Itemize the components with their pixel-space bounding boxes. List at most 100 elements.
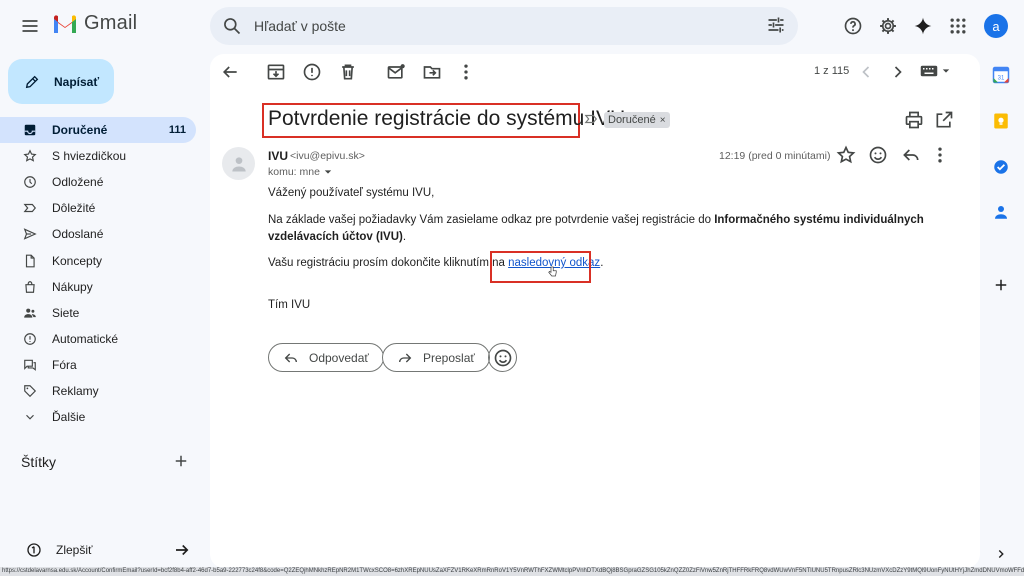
add-reaction-button[interactable] [862, 139, 894, 171]
more-vert-icon [464, 64, 468, 80]
body-paragraph-1: Na základe vašej požiadavky Vám zasielam… [268, 212, 958, 246]
star-icon [836, 145, 856, 164]
hand-cursor-icon [548, 266, 557, 277]
upgrade-badge-icon [27, 543, 41, 557]
sidebar-item-snoozed[interactable]: Odložené [0, 169, 196, 195]
help-button[interactable] [837, 10, 869, 42]
send-icon [23, 228, 37, 241]
arrow-right-icon[interactable] [173, 541, 191, 559]
message-more-button[interactable] [924, 139, 956, 171]
older-button[interactable] [882, 56, 914, 88]
person-icon [231, 156, 246, 171]
compose-label: Napísať [54, 74, 100, 89]
reply-icon [284, 353, 297, 362]
tasks-app-button[interactable] [990, 156, 1012, 178]
remove-label-icon[interactable]: × [660, 115, 666, 126]
add-label-button[interactable] [172, 452, 190, 470]
caret-down-icon [324, 170, 332, 174]
forward-button[interactable]: Preposlať [382, 343, 490, 372]
draft-icon [25, 254, 35, 267]
more-actions-button[interactable] [450, 56, 482, 88]
input-tools-button[interactable] [920, 64, 950, 78]
expand-side-panel-button[interactable] [990, 543, 1012, 565]
sidebar-item-drafts[interactable]: Koncepty [0, 247, 196, 273]
sender-name[interactable]: IVU [268, 149, 288, 163]
sidebar-item-sent[interactable]: Odoslané [0, 221, 196, 247]
mail-icon [387, 64, 405, 79]
search-options-icon[interactable] [766, 15, 786, 35]
settings-button[interactable] [872, 10, 904, 42]
important-icon [23, 204, 37, 213]
emoji-reaction-button[interactable] [488, 343, 517, 372]
label-chip: Doručené × [604, 112, 670, 128]
reply-label: Odpovedať [309, 350, 369, 365]
sidebar-item-updates[interactable]: Automatické [0, 326, 196, 352]
signature: Tím IVU [268, 299, 311, 311]
report-spam-button[interactable] [296, 56, 328, 88]
sender-email: <ivu@epivu.sk> [290, 150, 365, 162]
calendar-app-button[interactable]: 31 [990, 64, 1012, 86]
emoji-icon [869, 146, 887, 164]
archive-button[interactable] [260, 56, 292, 88]
gemini-button[interactable] [907, 10, 939, 42]
greeting: Vážený používateľ systému IVU, [268, 187, 435, 199]
forward-icon [399, 353, 412, 362]
plus-icon [995, 279, 1007, 291]
chevron-left-icon [862, 66, 870, 78]
sidebar-item-promotions[interactable]: Reklamy [0, 378, 196, 404]
sidebar-item-forums[interactable]: Fóra [0, 352, 196, 378]
keyboard-icon [920, 65, 938, 77]
reply-icon-button[interactable] [895, 139, 927, 171]
sidebar-item-more[interactable]: Ďalšie [0, 404, 196, 430]
apps-button[interactable] [942, 10, 974, 42]
highlight-box-link [490, 251, 591, 283]
compose-button[interactable]: Napísať [8, 59, 114, 104]
delete-button[interactable] [332, 56, 364, 88]
gmail-m-icon [54, 14, 76, 33]
search-bar[interactable] [210, 7, 798, 45]
forward-label: Preposlať [423, 350, 475, 365]
mark-unread-button[interactable] [380, 56, 412, 88]
sidebar-item-starred[interactable]: S hviezdičkou [0, 143, 196, 169]
account-avatar[interactable]: a [984, 14, 1008, 38]
gmail-logo[interactable]: Gmail [52, 12, 137, 35]
search-icon[interactable] [222, 16, 242, 36]
star-button[interactable] [830, 139, 862, 171]
contacts-app-button[interactable] [990, 201, 1012, 223]
message-counter: 1 z 115 [814, 65, 850, 77]
recipient-details[interactable]: komu: mne [268, 166, 332, 178]
sidebar-item-label: Doručené [52, 123, 108, 138]
sender-avatar[interactable] [222, 147, 255, 180]
apps-grid-icon [950, 18, 966, 34]
sidebar-item-important[interactable]: Dôležité [0, 195, 196, 221]
back-button[interactable] [214, 56, 246, 88]
report-icon [303, 63, 321, 81]
sidebar-item-social[interactable]: Siete [0, 300, 196, 326]
get-addons-button[interactable] [990, 274, 1012, 296]
upgrade-banner[interactable]: Zlepšiť [26, 541, 191, 559]
para1-end: . [402, 231, 407, 243]
sidebar-item-label: Nákupy [52, 279, 93, 294]
tasks-icon [994, 160, 1008, 174]
search-input[interactable] [254, 16, 734, 36]
sidebar-item-label: Ďalšie [52, 410, 86, 425]
main-menu-button[interactable] [14, 10, 46, 42]
sidebar-item-label: Reklamy [52, 383, 99, 398]
labels-section-title: Štítky [21, 454, 57, 470]
unread-count: 111 [168, 124, 186, 137]
sidebar-item-inbox[interactable]: Doručené 111 [0, 117, 196, 144]
recipient-label: komu: mne [268, 166, 320, 178]
open-new-window-button[interactable] [928, 104, 960, 136]
keep-app-button[interactable] [990, 110, 1012, 132]
important-marker[interactable] [584, 112, 598, 126]
inbox-icon [24, 124, 36, 136]
print-button[interactable] [898, 104, 930, 136]
chevron-down-icon [26, 414, 34, 420]
reply-button[interactable]: Odpovedať [268, 343, 384, 372]
newer-button[interactable] [850, 56, 882, 88]
keep-icon [994, 113, 1008, 129]
sidebar-item-purchases[interactable]: Nákupy [0, 274, 196, 300]
reply-icon [903, 149, 919, 161]
move-to-button[interactable] [416, 56, 448, 88]
arrow-left-icon [222, 66, 237, 78]
